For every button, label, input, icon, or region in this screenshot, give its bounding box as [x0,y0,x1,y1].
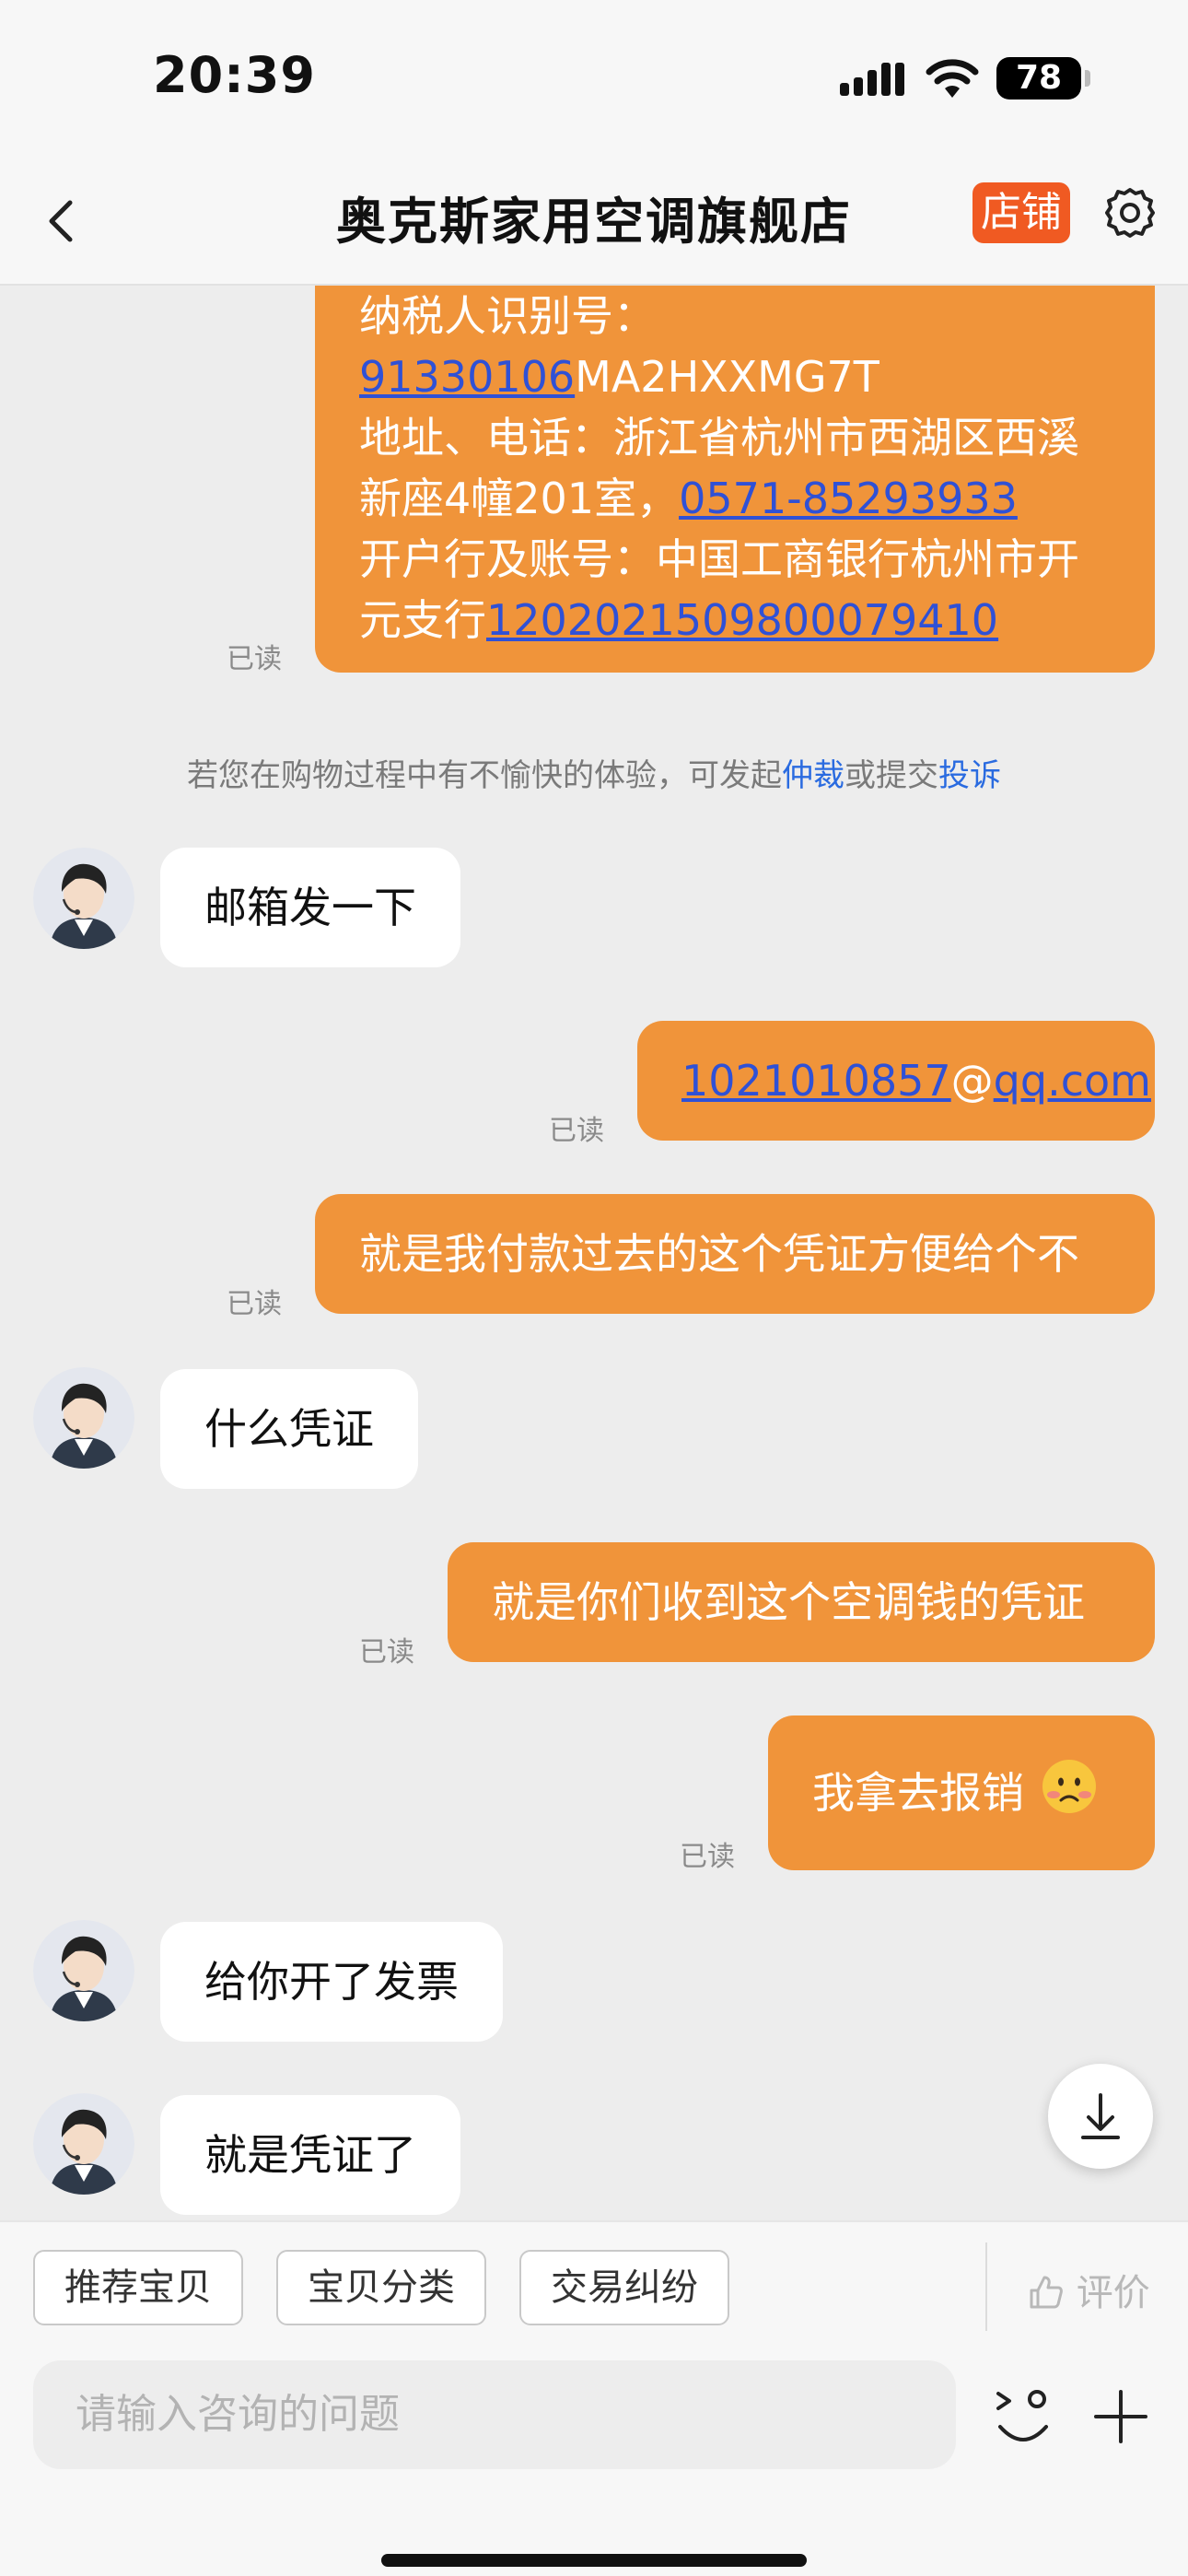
quick-action-recommended[interactable]: 推荐宝贝 [33,2250,243,2325]
bank-line2-prefix: 元支行 [359,595,486,645]
read-receipt: 已读 [227,1288,282,1320]
status-bar: 20:39 78 [0,0,1188,157]
read-receipt: 已读 [549,1115,604,1147]
complaint-link[interactable]: 投诉 [938,757,1001,794]
invoice-tax-label: 纳税人识别号： [359,291,656,341]
status-time: 20:39 [153,46,316,104]
thumbs-up-icon [1030,2276,1063,2309]
message-text: 我拿去报销 [812,1768,1024,1818]
tax-id-rest: MA2HXXMG7T [575,352,879,402]
email-message-bubble[interactable]: 1021010857@qq.com [637,1021,1155,1141]
chat-screen: 20:39 78 奥克斯家用空调旗舰店 店铺 纳税人识别号： 91330106M… [0,0,1188,2576]
quick-action-categories[interactable]: 宝贝分类 [276,2250,486,2325]
home-indicator [381,2554,807,2567]
arbitration-link[interactable]: 仲裁 [782,757,844,794]
wifi-icon [926,59,979,98]
download-arrow-icon [1081,2093,1120,2139]
invoice-tax-id: 91330106MA2HXXMG7T [359,346,1111,407]
read-receipt: 已读 [359,1636,414,1669]
read-receipt: 已读 [227,643,282,675]
agent-avatar[interactable] [33,848,134,949]
message-bubble[interactable]: 什么凭证 [160,1369,418,1489]
worried-face-emoji-icon [1042,1760,1096,1813]
notice-text: 若您在购物过程中有不愉快的体验，可发起 [187,757,782,794]
read-receipt: 已读 [680,1841,735,1873]
message-bubble[interactable]: 就是我付款过去的这个凭证方便给个不 [315,1194,1155,1314]
invoice-address-line1: 地址、电话：浙江省杭州市西湖区西溪 [359,413,1079,463]
notice-text-middle: 或提交 [844,757,938,794]
cellular-signal-icon [840,63,904,96]
invoice-bank-line1: 开户行及账号：中国工商银行杭州市开 [359,534,1079,584]
address-line2-prefix: 新座4幢201室， [359,474,680,523]
divider [985,2242,987,2331]
dispute-notice: 若您在购物过程中有不愉快的体验，可发起仲裁或提交投诉 [0,750,1188,795]
bottom-panel: 推荐宝贝 宝贝分类 交易纠纷 评价 请输入咨询的问题 [0,2220,1188,2576]
plus-icon[interactable] [1092,2388,1149,2445]
rate-button[interactable]: 评价 [1028,2263,1150,2316]
scroll-to-bottom-button[interactable] [1048,2064,1153,2169]
message-bubble[interactable]: 给你开了发票 [160,1922,503,2042]
quick-action-dispute[interactable]: 交易纠纷 [519,2250,729,2325]
question-input[interactable]: 请输入咨询的问题 [33,2360,956,2469]
message-bubble[interactable]: 就是你们收到这个空调钱的凭证 [448,1542,1155,1662]
invoice-address-line2: 新座4幢201室，0571-85293933 [359,468,1111,529]
invoice-message-bubble[interactable]: 纳税人识别号： 91330106MA2HXXMG7T 地址、电话：浙江省杭州市西… [315,286,1155,673]
shop-button[interactable]: 店铺 [973,182,1070,243]
message-bubble[interactable]: 邮箱发一下 [160,848,460,967]
rate-label: 评价 [1076,2272,1150,2314]
message-bubble[interactable]: 就是凭证了 [160,2095,460,2215]
chat-area[interactable]: 纳税人识别号： 91330106MA2HXXMG7T 地址、电话：浙江省杭州市西… [0,286,1188,2220]
tax-id-link[interactable]: 91330106 [359,352,575,402]
invoice-bank-line2: 元支行1202021509800079410 [359,590,1111,650]
account-number-link[interactable]: 1202021509800079410 [486,595,998,645]
agent-avatar[interactable] [33,1920,134,2021]
email-at: @ [950,1056,994,1106]
email-user-link[interactable]: 1021010857 [681,1056,951,1106]
battery-indicator: 78 [996,57,1090,100]
emoji-face-icon[interactable] [993,2384,1054,2451]
nav-bar: 奥克斯家用空调旗舰店 店铺 [0,157,1188,286]
email-domain-link[interactable]: qq.com [994,1056,1151,1106]
gear-icon[interactable] [1101,184,1159,241]
message-bubble[interactable]: 我拿去报销 [768,1715,1155,1870]
phone-link[interactable]: 0571-85293933 [679,474,1018,523]
agent-avatar[interactable] [33,2093,134,2195]
agent-avatar[interactable] [33,1367,134,1469]
